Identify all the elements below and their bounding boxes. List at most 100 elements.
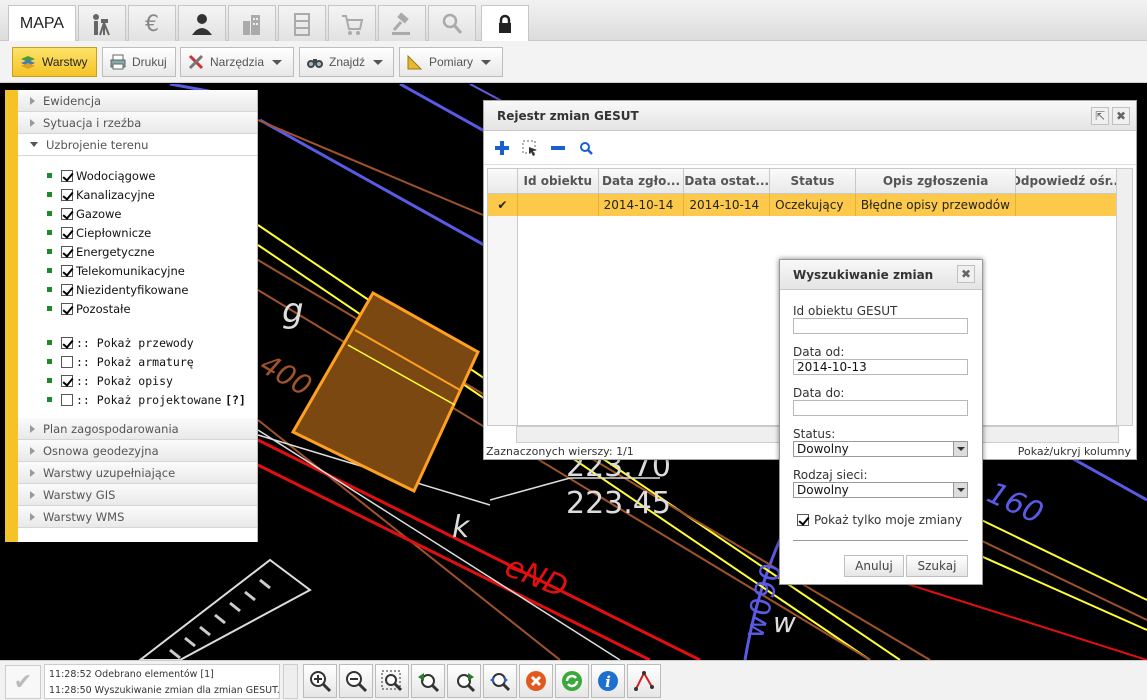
section-plan[interactable]: Plan zagospodarowania (18, 418, 257, 440)
measure-button[interactable] (627, 664, 661, 698)
layer-color-dot (47, 249, 52, 254)
tab-buildings[interactable] (228, 5, 276, 41)
zoom-next-button[interactable] (447, 664, 481, 698)
print-button[interactable]: Drukuj (102, 47, 176, 77)
tools-dropdown[interactable]: Narzędzia (180, 47, 294, 77)
tab-surveyor[interactable] (78, 5, 126, 41)
log-scrollbar[interactable] (283, 664, 298, 699)
layers-button[interactable]: Warstwy (12, 47, 97, 77)
layer-checkbox[interactable] (61, 188, 73, 201)
search-button[interactable]: Szukaj (906, 555, 968, 577)
tab-mapa-label: MAPA (19, 15, 65, 32)
section-gis[interactable]: Warstwy GIS (18, 484, 257, 506)
layer-checkbox[interactable] (61, 283, 73, 296)
cancel-icon (526, 671, 546, 691)
col-data-zgloszenia[interactable]: Data zgło... (599, 169, 685, 193)
find-dropdown[interactable]: Znajdź (299, 47, 394, 77)
surveyor-icon (93, 13, 110, 35)
layers-button-label: Warstwy (42, 55, 88, 69)
refresh-button[interactable] (555, 664, 589, 698)
tab-search[interactable] (428, 5, 476, 41)
row-checkmark-icon[interactable]: ✔ (488, 194, 518, 216)
status-label: Status: (793, 427, 836, 441)
zoom-window-icon (381, 670, 403, 692)
option-label: :: Pokaż armaturę (76, 354, 194, 369)
zoom-previous-icon (418, 673, 440, 693)
tab-gavel[interactable] (378, 5, 426, 41)
layers-panel: Ewidencja Sytuacja i rzeźba Uzbrojenie t… (5, 90, 258, 542)
tab-lock[interactable] (481, 5, 529, 42)
tab-person[interactable] (178, 5, 226, 41)
date-to-label: Data do: (793, 386, 845, 400)
chevron-right-icon (30, 118, 35, 127)
find-dropdown-label: Znajdź (329, 55, 366, 69)
layer-color-dot (47, 192, 52, 197)
section-label: Sytuacja i rzeźba (43, 115, 142, 130)
buildings-icon (243, 14, 260, 35)
option-checkbox[interactable] (61, 374, 73, 387)
gesut-toolbar (484, 131, 1136, 165)
cancel-operation-button[interactable] (519, 664, 553, 698)
date-to-input[interactable] (793, 400, 968, 416)
only-mine-checkbox[interactable] (797, 514, 809, 526)
chevron-right-icon (30, 490, 35, 499)
col-data-ostatnia[interactable]: Data ostat... (684, 169, 771, 193)
status-select[interactable]: Dowolny (793, 441, 968, 457)
zoom-out-button[interactable] (339, 664, 373, 698)
option-checkbox[interactable] (61, 336, 73, 349)
help-link[interactable]: [?] (225, 393, 246, 407)
zoom-extent-button[interactable] (483, 664, 517, 698)
select-area-icon (522, 140, 537, 156)
measure-dropdown-label: Pomiary (429, 55, 474, 69)
network-type-select[interactable]: Dowolny (793, 482, 968, 498)
section-label: Warstwy uzupełniające (43, 465, 176, 480)
layer-checkbox[interactable] (61, 245, 73, 258)
date-from-input[interactable]: 2014-10-13 (793, 359, 968, 375)
col-status[interactable]: Status (770, 169, 856, 193)
section-wms[interactable]: Warstwy WMS (18, 506, 257, 528)
zoom-window-button[interactable] (375, 664, 409, 698)
col-id[interactable]: Id obiektu (518, 169, 599, 193)
main-toolbar: Warstwy Drukuj Narzędzia Znajdź Pomiary (0, 41, 1147, 83)
zoom-previous-button[interactable] (411, 664, 445, 698)
zoom-in-button[interactable] (303, 664, 337, 698)
cancel-button[interactable]: Anuluj (844, 555, 904, 577)
gesut-id-input[interactable] (793, 318, 968, 334)
tab-cabinet[interactable] (278, 5, 326, 41)
option-checkbox[interactable] (61, 355, 73, 368)
search-changes-button[interactable] (574, 136, 598, 160)
tab-finance[interactable]: € (128, 5, 176, 41)
table-row[interactable]: ✔ 2014-10-14 2014-10-14 Oczekujący Błędn… (488, 194, 1118, 216)
select-on-map-button[interactable] (518, 136, 542, 160)
layer-checkbox[interactable] (61, 264, 73, 277)
dialog-close-button[interactable]: ✖ (957, 265, 975, 283)
toggle-columns-link[interactable]: Pokaż/ukryj kolumny (1018, 445, 1131, 458)
vertical-scrollbar[interactable] (1116, 168, 1133, 426)
option-checkbox[interactable] (61, 393, 73, 406)
tab-mapa[interactable]: MAPA (8, 5, 76, 42)
section-ewidencja[interactable]: Ewidencja (18, 90, 257, 112)
remove-button[interactable] (546, 136, 570, 160)
close-button[interactable]: ✖ (1112, 107, 1130, 125)
layer-checkbox[interactable] (61, 226, 73, 239)
layer-checkbox[interactable] (61, 169, 73, 182)
layer-checkbox[interactable] (61, 207, 73, 220)
section-uzupelniajace[interactable]: Warstwy uzupełniające (18, 462, 257, 484)
confirm-button[interactable]: ✔ (5, 665, 41, 699)
tab-cart[interactable] (328, 5, 376, 41)
add-button[interactable] (490, 136, 514, 160)
info-button[interactable]: i (591, 664, 625, 698)
section-uzbrojenie[interactable]: Uzbrojenie terenu (18, 134, 257, 156)
section-label: Ewidencja (43, 93, 102, 108)
layers-icon (21, 56, 35, 69)
col-odpowiedz[interactable]: Odpowiedź ośr... (1016, 169, 1118, 193)
measure-dropdown[interactable]: Pomiary (399, 47, 503, 77)
col-opis[interactable]: Opis zgłoszenia (856, 169, 1017, 193)
chevron-down-icon (953, 442, 967, 456)
map-label-elevation-2: 223.45 (566, 486, 671, 521)
layer-label: Pozostałe (76, 301, 131, 316)
section-osnowa[interactable]: Osnowa geodezyjna (18, 440, 257, 462)
popout-button[interactable]: ⇱ (1091, 107, 1109, 125)
section-sytuacja[interactable]: Sytuacja i rzeźba (18, 112, 257, 134)
layer-checkbox[interactable] (61, 302, 73, 315)
